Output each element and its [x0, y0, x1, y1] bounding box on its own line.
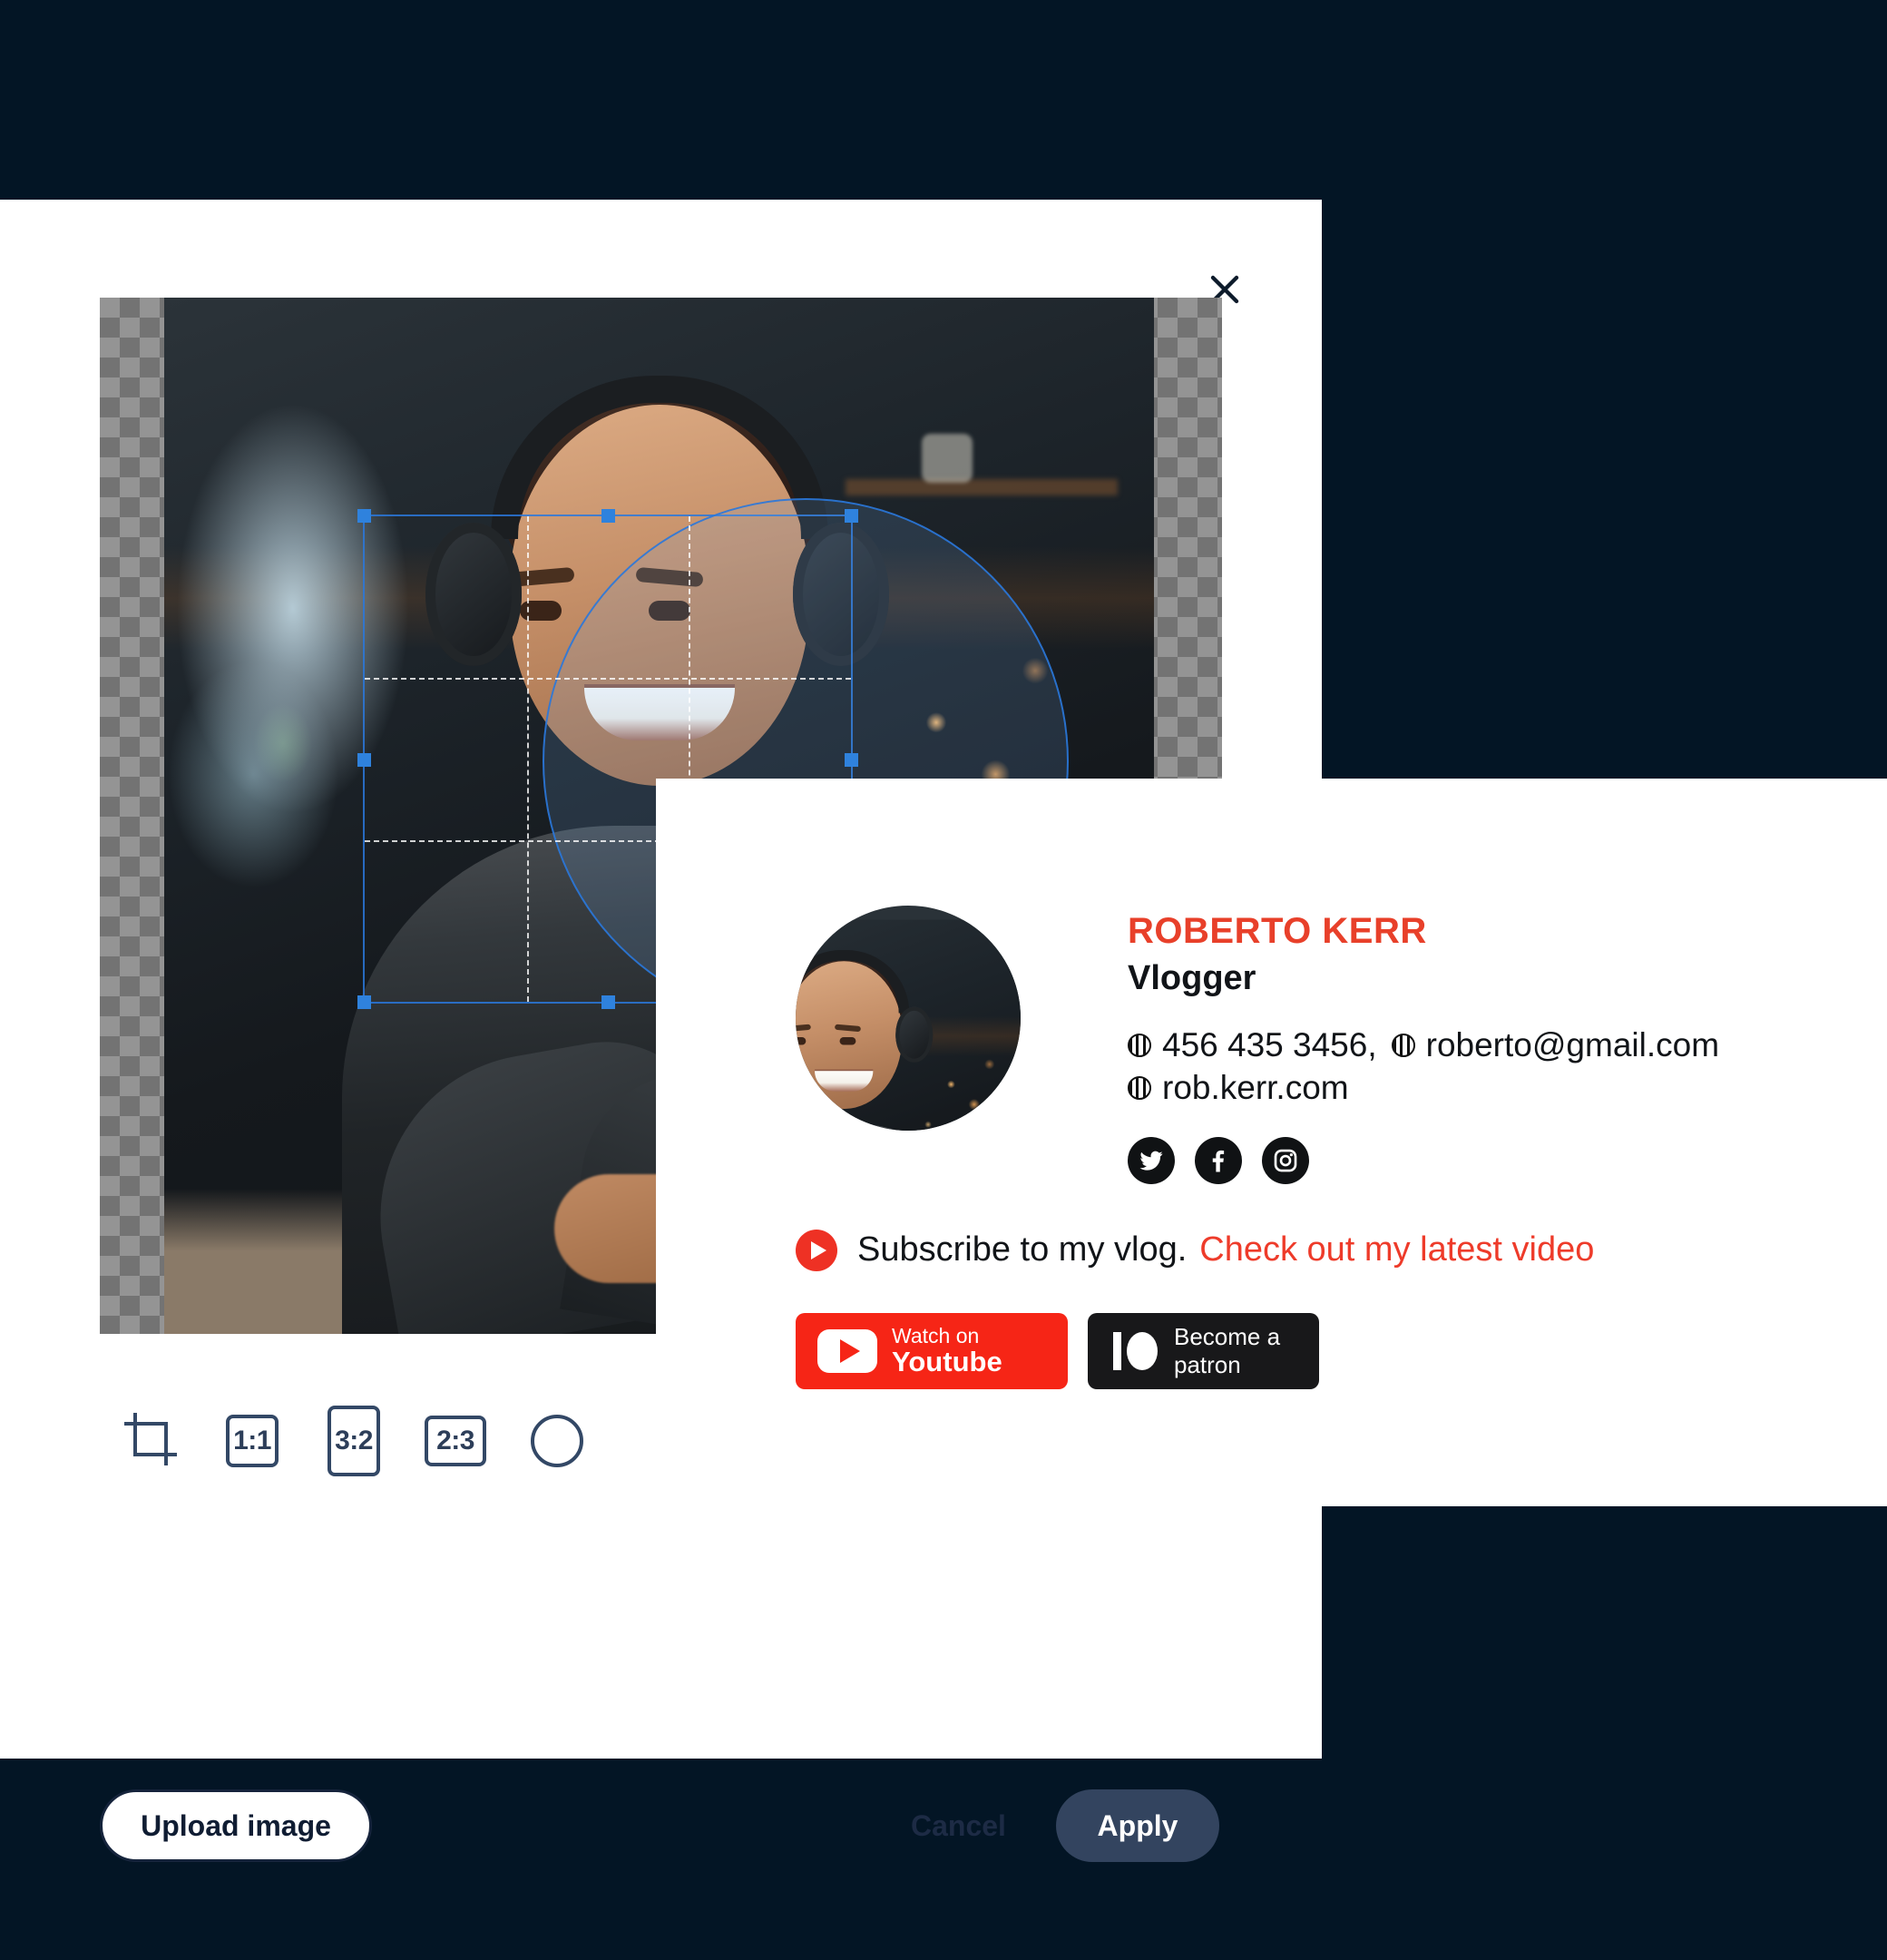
cancel-button[interactable]: Cancel — [902, 1789, 1015, 1862]
jar-decor — [922, 434, 973, 483]
ratio-option-circle[interactable] — [506, 1406, 608, 1475]
ratio-label-1to1: 1:1 — [226, 1415, 279, 1467]
twitter-icon[interactable] — [1128, 1136, 1175, 1184]
crop-guide-vertical — [526, 516, 529, 1002]
youtube-logo-icon — [817, 1328, 877, 1373]
cta-badges: Watch on Youtube Become a patron — [796, 1312, 1887, 1389]
crop-handle-top-left[interactable] — [357, 509, 371, 523]
subscribe-text: Subscribe to my vlog. — [857, 1230, 1188, 1269]
email-address[interactable]: roberto@gmail.com — [1426, 1024, 1719, 1066]
crop-handle-middle-left[interactable] — [357, 752, 371, 767]
contact-line-website: rob.kerr.com — [1128, 1066, 1719, 1109]
become-a-patron-button[interactable]: Become a patron — [1088, 1312, 1319, 1389]
contact-line-primary: 456 435 3456, roberto@gmail.com — [1128, 1024, 1719, 1066]
instagram-icon[interactable] — [1262, 1136, 1309, 1184]
crop-handle-bottom-left[interactable] — [357, 995, 371, 1009]
patreon-logo-icon — [1113, 1331, 1158, 1370]
youtube-badge-line1: Watch on — [892, 1324, 980, 1348]
youtube-play-icon — [796, 1229, 837, 1271]
ratio-option-freeform[interactable] — [100, 1406, 201, 1475]
ratio-label-3to2: 3:2 — [328, 1406, 380, 1476]
latest-video-link[interactable]: Check out my latest video — [1199, 1230, 1594, 1269]
youtube-badge-line2: Youtube — [892, 1345, 1002, 1377]
facebook-icon[interactable] — [1195, 1136, 1242, 1184]
avatar — [796, 906, 1021, 1131]
ratio-option-2to3[interactable]: 2:3 — [405, 1406, 506, 1475]
crop-handle-top-right[interactable] — [845, 509, 858, 523]
apply-button[interactable]: Apply — [1056, 1789, 1219, 1862]
phone-number: 456 435 3456, — [1162, 1026, 1377, 1063]
globe-icon — [1128, 1076, 1151, 1101]
signature-name: ROBERTO KERR — [1128, 911, 1427, 951]
signature-role: Vlogger — [1128, 959, 1256, 997]
social-links — [1128, 1136, 1719, 1184]
subscribe-line: Subscribe to my vlog. Check out my lates… — [796, 1229, 1887, 1271]
watch-on-youtube-button[interactable]: Watch on Youtube — [796, 1312, 1068, 1389]
ratio-option-1to1[interactable]: 1:1 — [201, 1406, 303, 1475]
patreon-badge-label: Become a patron — [1174, 1322, 1281, 1378]
email-icon — [1391, 1033, 1415, 1057]
phone-icon — [1128, 1033, 1151, 1057]
ratio-option-3to2[interactable]: 3:2 — [303, 1406, 405, 1476]
crop-handle-top-center[interactable] — [601, 509, 615, 523]
upload-image-button[interactable]: Upload image — [100, 1789, 372, 1862]
shelf-decor — [846, 479, 1118, 495]
email-signature-card: ROBERTO KERR Vlogger 456 435 3456, rober… — [656, 779, 1887, 1506]
ratio-label-2to3: 2:3 — [425, 1416, 486, 1466]
website-url[interactable]: rob.kerr.com — [1162, 1066, 1349, 1109]
crop-handle-bottom-center[interactable] — [601, 995, 615, 1009]
aspect-ratio-toolbar: 1:1 3:2 2:3 — [100, 1406, 608, 1476]
circle-icon — [531, 1415, 583, 1467]
crop-handle-middle-right[interactable] — [845, 752, 858, 767]
crop-icon — [122, 1411, 179, 1472]
crop-guide-horizontal — [365, 678, 851, 681]
